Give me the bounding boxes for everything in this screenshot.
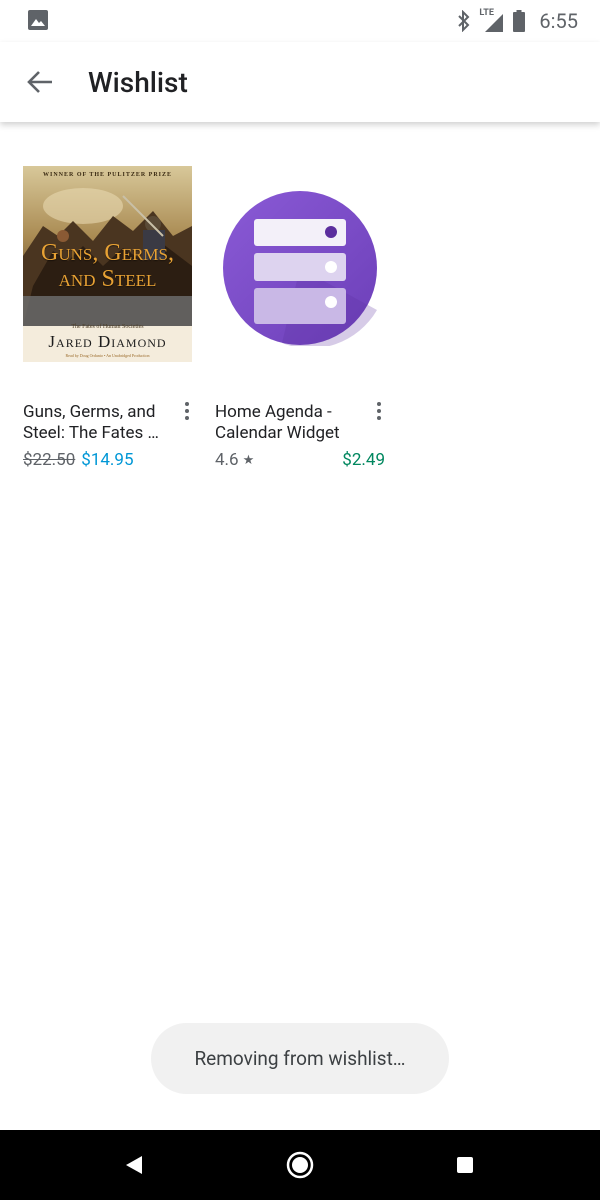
price-row: $22.50 $14.95 — [23, 450, 193, 470]
back-button[interactable] — [20, 62, 60, 102]
clock: 6:55 — [539, 9, 578, 33]
snackbar-message: Removing from wishlist… — [194, 1047, 406, 1070]
status-icons: LTE 6:55 — [457, 8, 578, 34]
book-cover-reader: Read by Doug Ordunio • An Unabridged Pro… — [65, 353, 150, 358]
nav-recents-icon[interactable] — [457, 1157, 473, 1173]
book-cover-author: Jared Diamond — [48, 332, 167, 351]
more-options-icon[interactable] — [373, 398, 385, 424]
app-icon[interactable] — [215, 166, 384, 362]
snackbar: Removing from wishlist… — [151, 1023, 449, 1094]
rating-value: 4.6 — [215, 450, 239, 470]
sale-price: $14.95 — [81, 450, 134, 470]
signal-icon: LTE — [479, 8, 505, 32]
item-info: Home Agenda - Calendar Widget 4.6 ★ $2.4… — [215, 402, 385, 470]
nav-back-icon[interactable] — [124, 1155, 144, 1175]
rating: 4.6 ★ — [215, 450, 254, 470]
image-notification-icon — [28, 10, 48, 30]
price-row: 4.6 ★ $2.49 — [215, 450, 385, 470]
wishlist-item-book[interactable]: WINNER OF THE PULITZER PRIZE Guns, Germs… — [23, 166, 193, 470]
arrow-back-icon — [27, 71, 52, 93]
status-bar: LTE 6:55 — [0, 0, 600, 42]
nav-home-icon[interactable] — [286, 1151, 314, 1179]
item-info: Guns, Germs, and Steel: The Fates … $22.… — [23, 402, 193, 470]
book-cover-title: Guns, Germs, and Steel — [41, 240, 174, 292]
star-icon: ★ — [242, 452, 255, 468]
system-nav-bar — [0, 1130, 600, 1200]
item-title[interactable]: Home Agenda - Calendar Widget — [215, 402, 365, 444]
app-bar: Wishlist — [0, 42, 600, 122]
page-title: Wishlist — [88, 66, 188, 99]
bluetooth-icon — [458, 10, 470, 32]
original-price: $22.50 — [23, 450, 76, 470]
item-title[interactable]: Guns, Germs, and Steel: The Fates … — [23, 402, 173, 444]
book-cover-award: WINNER OF THE PULITZER PRIZE — [42, 172, 173, 178]
more-options-icon[interactable] — [181, 398, 193, 424]
app-price: $2.49 — [342, 450, 385, 470]
book-cover-subtitle: The Fates of Human Societies — [71, 324, 144, 330]
book-cover-image[interactable]: WINNER OF THE PULITZER PRIZE Guns, Germs… — [23, 166, 192, 362]
agenda-app-icon — [222, 191, 377, 346]
wishlist-item-app[interactable]: Home Agenda - Calendar Widget 4.6 ★ $2.4… — [215, 166, 385, 470]
battery-icon — [513, 10, 526, 32]
